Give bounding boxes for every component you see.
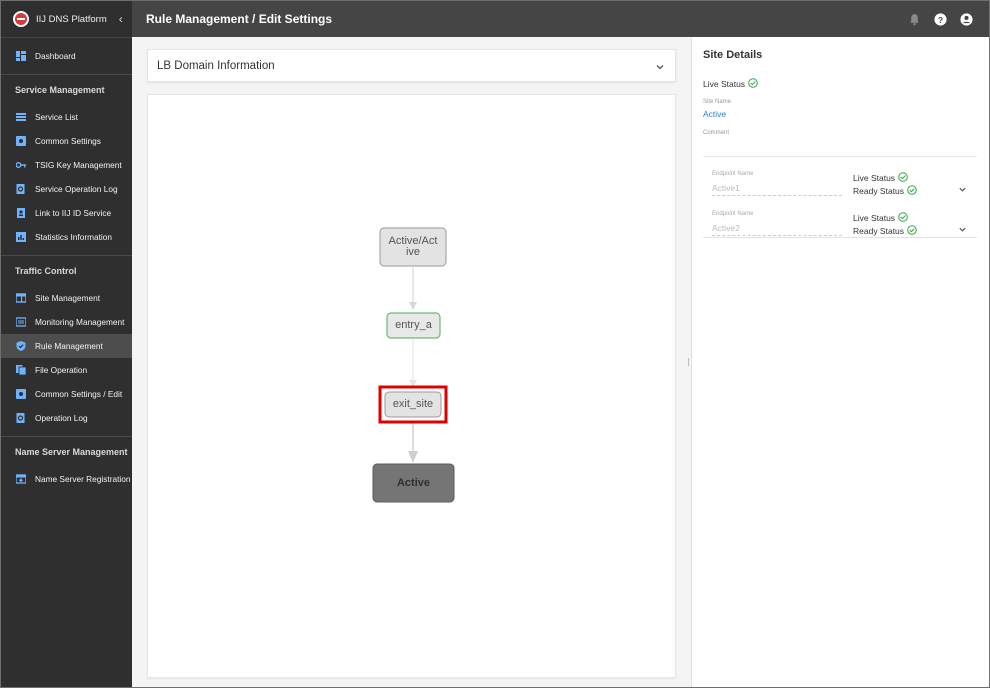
endpoint-live-status: Live Status — [853, 172, 908, 184]
app-name: IIJ DNS Platform — [36, 13, 107, 25]
accordion-label: LB Domain Information — [157, 59, 275, 72]
sidebar-item-link-iij-id[interactable]: Link to IIJ ID Service — [1, 201, 132, 225]
sidebar-item-common-settings-edit[interactable]: Common Settings / Edit — [1, 382, 132, 406]
ready-status-label: Ready Status — [853, 186, 905, 196]
search-doc-icon — [16, 184, 26, 194]
brand[interactable]: IIJ DNS Platform ‹ — [1, 1, 132, 38]
sidebar-item-label: Monitoring Management — [35, 317, 125, 327]
live-status: Live Status — [703, 78, 758, 90]
live-status-label: Live Status — [853, 173, 896, 183]
endpoint-row[interactable]: Endpoint Name Active1 Live Status Ready … — [703, 156, 977, 198]
section-title: Service Management — [15, 85, 105, 95]
rule-flow-canvas: Active/Act ive entry_a exit_site Active — [147, 94, 676, 678]
flow-node-label-line: ive — [405, 246, 421, 258]
endpoint-ready-status: Ready Status — [853, 185, 917, 197]
chevron-down-icon[interactable] — [958, 221, 967, 239]
search-doc-icon — [16, 413, 26, 423]
sidebar-item-label: Operation Log — [35, 413, 88, 423]
chevron-down-icon[interactable] — [655, 59, 665, 77]
sidebar-item-service-list[interactable]: Service List — [1, 105, 132, 129]
endpoint-name-label: Endpoint Name — [712, 171, 754, 177]
sidebar-item-label: File Operation — [35, 365, 88, 375]
sidebar-item-dashboard[interactable]: Dashboard — [1, 44, 132, 68]
dashboard-icon — [16, 51, 26, 61]
panel-title: Site Details — [703, 49, 763, 61]
page-title: Rule Management / Edit Settings — [146, 12, 333, 26]
sidebar-item-operation-log[interactable]: Operation Log — [1, 406, 132, 430]
flow-edge-arrow — [408, 451, 418, 463]
bell-icon[interactable] — [907, 12, 921, 26]
sidebar-item-label: Common Settings — [35, 136, 101, 146]
settings-icon — [16, 136, 26, 146]
account-icon[interactable] — [959, 12, 973, 26]
file-icon — [16, 365, 26, 375]
logo-icon — [13, 11, 29, 27]
top-header: Rule Management / Edit Settings ? — [132, 1, 989, 37]
endpoint-ready-status: Ready Status — [853, 225, 917, 237]
site-name-value[interactable]: Active — [703, 109, 726, 119]
settings-icon — [16, 389, 26, 399]
section-title: Name Server Management — [15, 447, 128, 457]
list-icon — [16, 112, 26, 122]
shield-check-icon — [16, 341, 26, 351]
endpoint-name-label: Endpoint Name — [712, 211, 754, 217]
sidebar-item-label: Rule Management — [35, 341, 103, 351]
live-status-label: Live Status — [853, 213, 896, 223]
sidebar-item-label: Statistics Information — [35, 232, 113, 242]
help-icon[interactable]: ? — [933, 12, 947, 26]
server-register-icon — [16, 474, 26, 484]
sidebar-item-monitoring[interactable]: Monitoring Management — [1, 310, 132, 334]
check-circle-icon — [898, 212, 908, 224]
sidebar-item-tsig-key[interactable]: TSIG Key Management — [1, 153, 132, 177]
sidebar-item-file-operation[interactable]: File Operation — [1, 358, 132, 382]
comment-label: Comment — [703, 130, 730, 136]
section-title: Traffic Control — [15, 266, 77, 276]
sidebar-item-label: Site Management — [35, 293, 101, 303]
sidebar-item-site-management[interactable]: Site Management — [1, 286, 132, 310]
flow-node-label: entry_a — [395, 319, 432, 331]
site-name-label: Site Name — [703, 99, 732, 105]
sidebar-item-name-server-registration[interactable]: Name Server Registration — [1, 467, 132, 491]
monitor-icon — [16, 317, 26, 327]
sidebar-item-rule-management[interactable]: Rule Management — [1, 334, 132, 358]
site-icon — [16, 293, 26, 303]
endpoint-row[interactable]: Endpoint Name Active2 Live Status Ready … — [703, 197, 977, 238]
endpoint-name-value: Active2 — [712, 223, 842, 236]
flow-edge-arrow — [409, 302, 417, 310]
check-circle-icon — [907, 185, 917, 197]
lb-domain-accordion[interactable]: LB Domain Information — [147, 49, 676, 82]
sidebar-item-label: Common Settings / Edit — [35, 389, 123, 399]
live-status-label: Live Status — [703, 79, 746, 89]
check-circle-icon — [907, 225, 917, 237]
key-icon — [16, 160, 26, 170]
id-badge-icon — [16, 208, 26, 218]
site-details-panel: Site Details Live Status Site Name Activ… — [691, 37, 989, 687]
sidebar-item-statistics[interactable]: Statistics Information — [1, 225, 132, 249]
endpoint-name-value: Active1 — [712, 183, 842, 196]
endpoint-live-status: Live Status — [853, 212, 908, 224]
check-circle-icon — [748, 78, 758, 90]
bar-chart-icon — [16, 232, 26, 242]
flow-node-label: exit_site — [392, 398, 434, 410]
sidebar-item-common-settings[interactable]: Common Settings — [1, 129, 132, 153]
sidebar-item-label: TSIG Key Management — [35, 160, 122, 170]
svg-text:?: ? — [937, 14, 942, 24]
sidebar-item-label: Service Operation Log — [35, 184, 118, 194]
check-circle-icon — [898, 172, 908, 184]
sidebar-item-label: Service List — [35, 112, 78, 122]
sidebar-item-label: Link to IIJ ID Service — [35, 208, 112, 218]
app-window: IIJ DNS Platform ‹ Dashboard Service Man… — [0, 0, 990, 688]
rule-flow-diagram — [372, 227, 455, 503]
flow-node-label: Active — [396, 476, 431, 489]
sidebar-item-label: Dashboard — [35, 51, 76, 61]
collapse-sidebar-icon[interactable]: ‹ — [119, 12, 123, 26]
flow-node-label: Active/Act ive — [380, 228, 446, 266]
ready-status-label: Ready Status — [853, 226, 905, 236]
sidebar-item-label: Name Server Registration — [35, 474, 131, 484]
sidebar: IIJ DNS Platform ‹ Dashboard Service Man… — [1, 1, 132, 687]
sidebar-item-service-operation-log[interactable]: Service Operation Log — [1, 177, 132, 201]
